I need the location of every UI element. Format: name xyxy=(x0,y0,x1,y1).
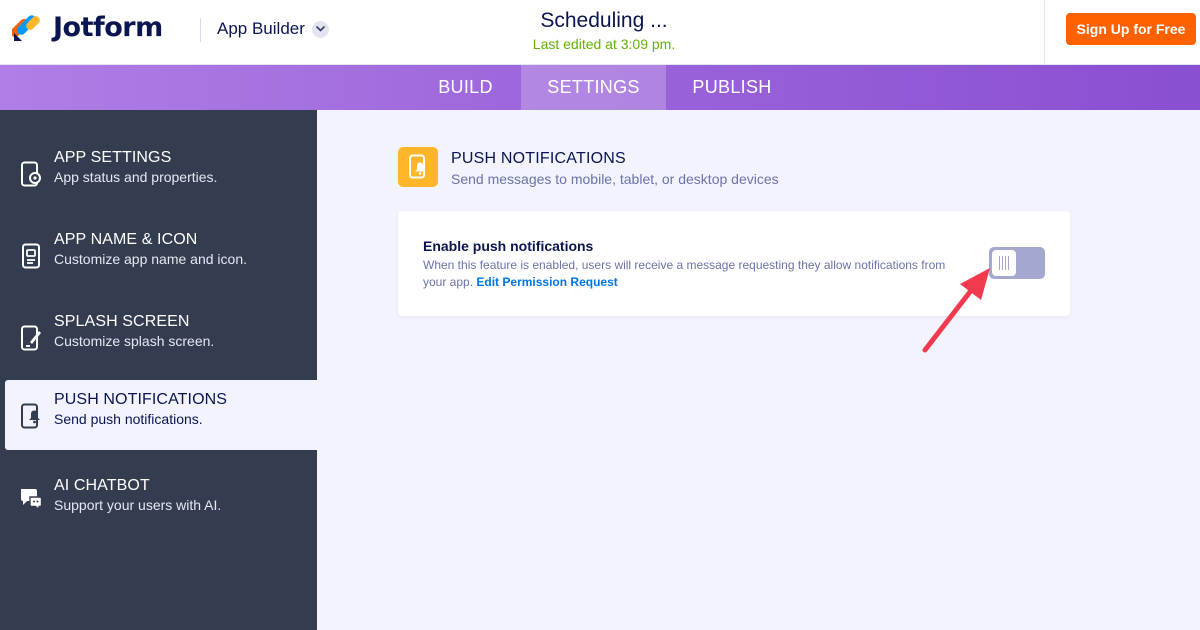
setting-description: When this feature is enabled, users will… xyxy=(423,257,968,291)
push-notification-section-icon xyxy=(398,147,438,187)
tab-settings[interactable]: SETTINGS xyxy=(521,65,666,110)
product-switcher[interactable]: App Builder xyxy=(217,19,329,39)
sidebar-item-push-notifications[interactable]: PUSH NOTIFICATIONS Send push notificatio… xyxy=(5,380,317,450)
tab-build[interactable]: BUILD xyxy=(410,65,521,110)
section-subtitle: Send messages to mobile, tablet, or desk… xyxy=(451,171,779,187)
push-notification-icon xyxy=(21,403,40,429)
jotform-logo[interactable]: Jotform xyxy=(12,11,163,43)
splash-screen-icon xyxy=(21,325,41,351)
sidebar-item-title: SPLASH SCREEN xyxy=(54,313,190,330)
header-right-divider xyxy=(1044,0,1045,65)
sidebar-item-splash-screen[interactable]: SPLASH SCREEN Customize splash screen. xyxy=(0,302,317,372)
sidebar-item-title: APP NAME & ICON xyxy=(54,231,198,248)
enable-push-notifications-toggle[interactable] xyxy=(989,247,1045,279)
chatbot-icon xyxy=(21,489,42,512)
chevron-down-icon[interactable] xyxy=(311,20,329,38)
gear-phone-icon xyxy=(21,161,41,187)
annotation-arrow-icon xyxy=(922,268,990,353)
sidebar-item-subtitle: Customize app name and icon. xyxy=(54,251,247,267)
setting-title: Enable push notifications xyxy=(423,238,594,254)
tab-publish[interactable]: PUBLISH xyxy=(666,65,798,110)
sidebar-item-subtitle: App status and properties. xyxy=(54,169,218,185)
edit-permission-request-link[interactable]: Edit Permission Request xyxy=(476,275,617,289)
phone-bell-icon xyxy=(409,154,425,179)
sidebar-item-subtitle: Support your users with AI. xyxy=(54,497,222,513)
toggle-knob[interactable] xyxy=(992,250,1016,276)
sidebar-item-subtitle: Send push notifications. xyxy=(54,411,203,427)
document-title-area: Scheduling ... Last edited at 3:09 pm. xyxy=(420,9,788,52)
sign-up-button[interactable]: Sign Up for Free xyxy=(1066,13,1196,45)
sidebar-item-subtitle: Customize splash screen. xyxy=(54,333,215,349)
sidebar-item-title: AI CHATBOT xyxy=(54,477,150,494)
sidebar-item-title: APP SETTINGS xyxy=(54,149,172,166)
header-divider xyxy=(200,18,201,42)
app-name-icon xyxy=(22,243,40,269)
section-title: PUSH NOTIFICATIONS xyxy=(451,150,626,167)
document-title[interactable]: Scheduling ... xyxy=(420,9,788,33)
top-header: Jotform App Builder Scheduling ... Last … xyxy=(0,0,1200,65)
last-edited-status: Last edited at 3:09 pm. xyxy=(532,36,676,52)
sidebar-item-ai-chatbot[interactable]: AI CHATBOT Support your users with AI. xyxy=(0,466,317,536)
main-tabs: BUILD SETTINGS PUBLISH xyxy=(0,65,1200,110)
sidebar-item-title: PUSH NOTIFICATIONS xyxy=(54,391,228,408)
sidebar-item-app-name-icon[interactable]: APP NAME & ICON Customize app name and i… xyxy=(0,220,317,290)
brand-name: Jotform xyxy=(53,11,163,43)
settings-sidebar: APP SETTINGS App status and properties. … xyxy=(0,110,317,630)
sidebar-item-app-settings[interactable]: APP SETTINGS App status and properties. xyxy=(0,138,317,208)
jotform-logo-icon xyxy=(12,15,40,41)
product-name: App Builder xyxy=(217,19,305,38)
